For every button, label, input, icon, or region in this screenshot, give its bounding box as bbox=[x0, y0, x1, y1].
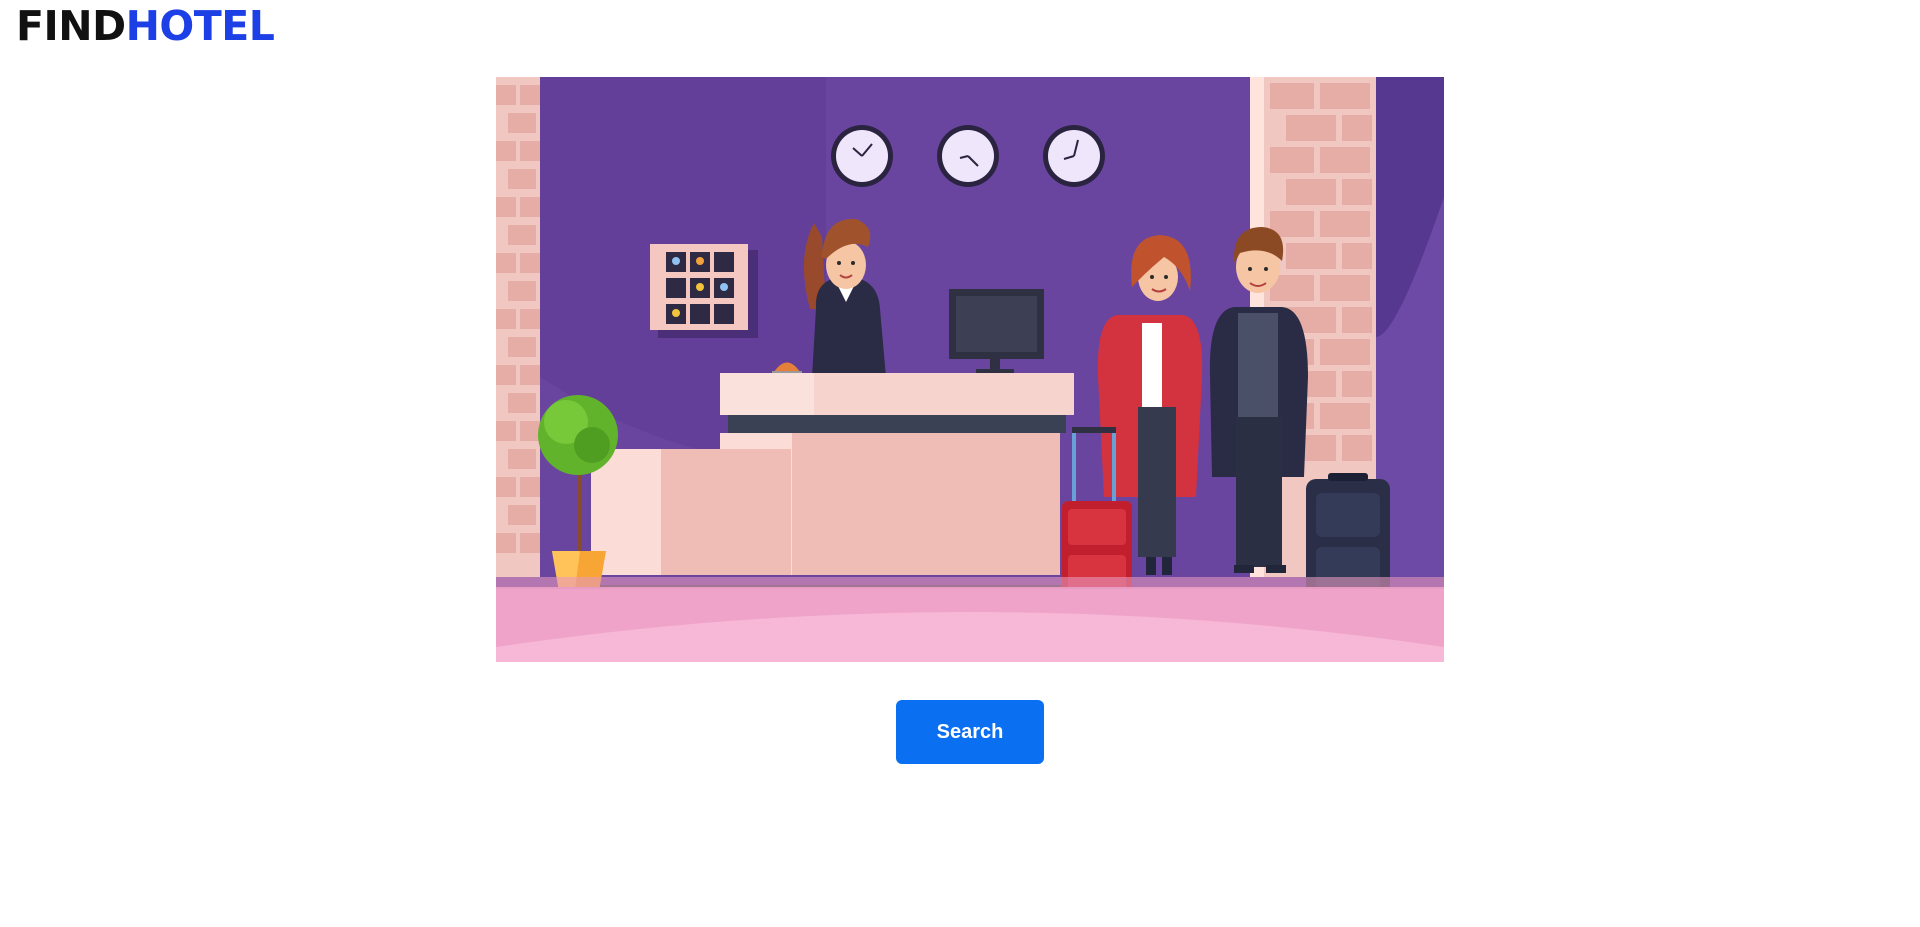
logo-find-text: FIND bbox=[16, 2, 126, 50]
wall-clocks bbox=[831, 125, 1105, 187]
site-logo[interactable]: FINDHOTEL bbox=[16, 0, 275, 52]
left-brick-pillar bbox=[496, 77, 540, 577]
clock-icon bbox=[937, 125, 999, 187]
clock-icon bbox=[831, 125, 893, 187]
page: FINDHOTEL Search bbox=[0, 0, 1920, 927]
clock-icon bbox=[1043, 125, 1105, 187]
floor-edge bbox=[496, 577, 1444, 589]
logo-hotel-text: HOTEL bbox=[125, 2, 275, 50]
key-board bbox=[650, 244, 758, 338]
hero-illustration bbox=[496, 77, 1444, 662]
search-button[interactable]: Search bbox=[896, 700, 1044, 764]
hotel-reception-illustration bbox=[496, 77, 1444, 662]
